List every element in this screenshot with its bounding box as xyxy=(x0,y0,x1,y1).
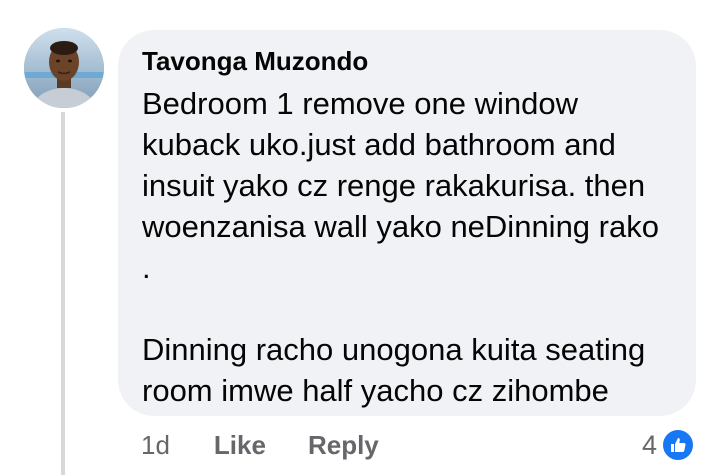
avatar-photo-icon xyxy=(24,28,104,108)
thread-line xyxy=(61,112,65,475)
like-thumb-icon xyxy=(661,428,695,462)
comment-paragraph: Dinning racho unogona kuita seating room… xyxy=(142,332,654,408)
comment-paragraph: Bedroom 1 remove one window kuback uko.j… xyxy=(142,86,668,285)
reaction-count: 4 xyxy=(641,429,657,460)
reaction-summary[interactable]: 4 xyxy=(642,424,695,466)
comment: Tavonga Muzondo Bedroom 1 remove one win… xyxy=(0,0,720,475)
author-name[interactable]: Tavonga Muzondo xyxy=(142,44,672,78)
like-button[interactable]: Like xyxy=(214,424,266,466)
avatar[interactable] xyxy=(24,28,104,108)
reply-button[interactable]: Reply xyxy=(308,424,379,466)
comment-text: Bedroom 1 remove one window kuback uko.j… xyxy=(142,83,672,411)
comment-bubble: Tavonga Muzondo Bedroom 1 remove one win… xyxy=(118,30,696,416)
timestamp[interactable]: 1d xyxy=(141,424,170,466)
comment-actions: 1d Like Reply xyxy=(141,424,379,466)
